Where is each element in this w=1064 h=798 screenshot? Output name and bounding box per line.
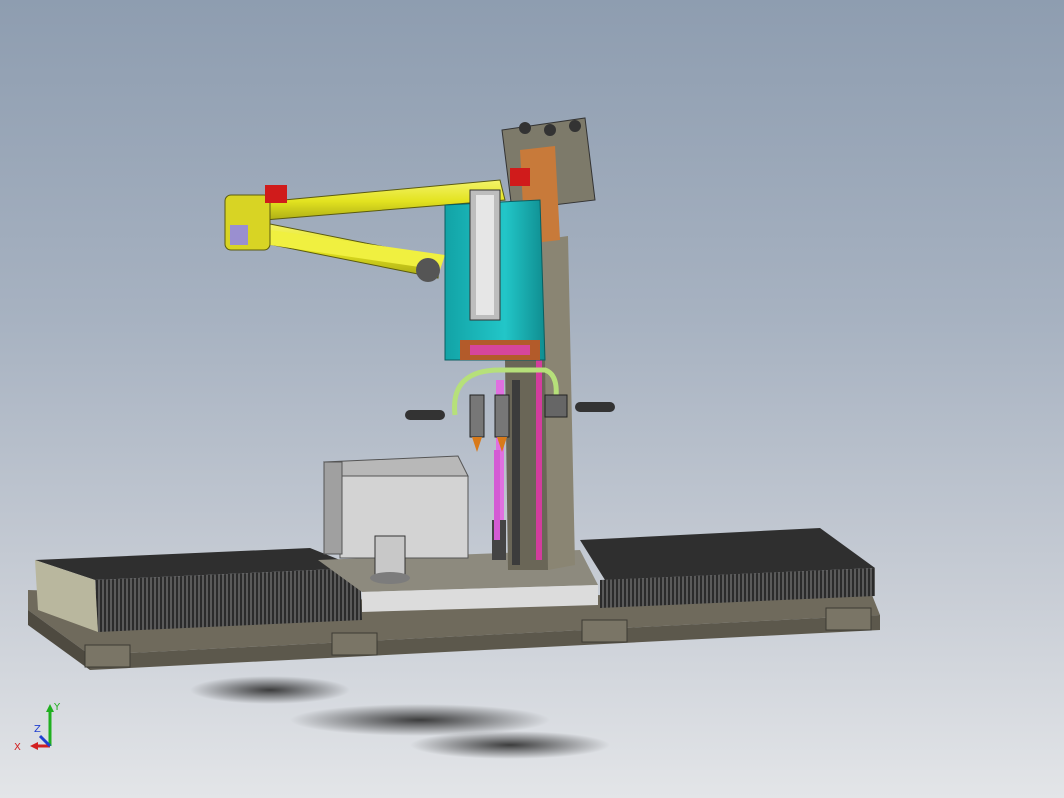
base-fitting <box>370 535 410 584</box>
right-grill-panel[interactable] <box>580 528 875 608</box>
x-axis-head <box>30 742 38 750</box>
y-axis-label: Y <box>53 702 61 713</box>
z-axis-label: Z <box>34 724 41 735</box>
x-axis-label: X <box>14 742 21 753</box>
cad-viewport[interactable]: X Y Z <box>0 0 1064 798</box>
coordinate-triad: X Y Z <box>10 700 70 760</box>
cad-model[interactable] <box>0 0 1064 798</box>
y-axis-head <box>46 704 54 712</box>
left-grill-panel[interactable] <box>35 548 362 632</box>
floor-shadow <box>190 676 610 759</box>
feed-screw <box>494 450 500 540</box>
